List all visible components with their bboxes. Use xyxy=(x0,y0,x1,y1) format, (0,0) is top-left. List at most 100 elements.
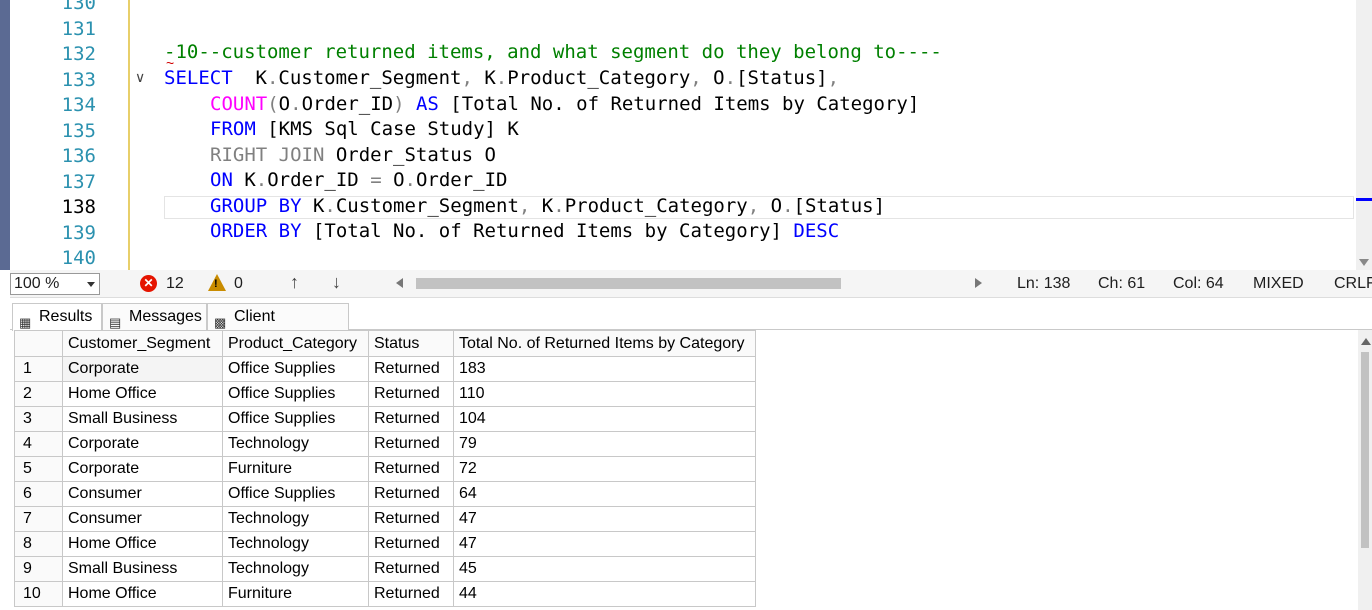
column-header[interactable]: Product_Category xyxy=(222,330,369,357)
table-cell[interactable]: Office Supplies xyxy=(222,481,369,507)
row-number[interactable]: 5 xyxy=(14,456,63,482)
table-cell[interactable]: 44 xyxy=(453,581,756,607)
table-row[interactable]: 7 Consumer Technology Returned 47 xyxy=(14,506,756,532)
table-cell[interactable]: 183 xyxy=(453,356,756,382)
table-cell[interactable]: Technology xyxy=(222,556,369,582)
table-row[interactable]: 2 Home Office Office Supplies Returned 110 xyxy=(14,381,756,407)
table-cell[interactable]: Returned xyxy=(368,431,454,457)
scroll-left-icon[interactable] xyxy=(396,278,403,288)
table-cell[interactable]: Consumer xyxy=(62,506,223,532)
table-row[interactable]: 10 Home Office Furniture Returned 44 xyxy=(14,581,756,607)
table-cell[interactable]: 110 xyxy=(453,381,756,407)
table-row[interactable]: 3 Small Business Office Supplies Returned 10… xyxy=(14,406,756,432)
collapse-icon[interactable]: ∨ xyxy=(135,70,151,86)
table-cell[interactable]: Small Business xyxy=(62,556,223,582)
row-number[interactable]: 1 xyxy=(14,356,63,382)
row-number[interactable]: 9 xyxy=(14,556,63,582)
table-cell[interactable]: Furniture xyxy=(222,581,369,607)
table-cell[interactable]: 47 xyxy=(453,506,756,532)
table-cell[interactable]: Returned xyxy=(368,356,454,382)
table-cell[interactable]: Returned xyxy=(368,381,454,407)
scroll-up-icon[interactable] xyxy=(1361,338,1371,345)
column-header[interactable]: Status xyxy=(368,330,454,357)
table-row[interactable]: 5 Corporate Furniture Returned 72 xyxy=(14,456,756,482)
arrow-down-icon[interactable]: ↓ xyxy=(332,272,341,293)
row-number[interactable]: 3 xyxy=(14,406,63,432)
table-cell[interactable]: Corporate xyxy=(62,456,223,482)
scrollbar-thumb[interactable] xyxy=(1361,352,1369,548)
table-cell[interactable]: Home Office xyxy=(62,581,223,607)
code-token: Product_Category xyxy=(564,195,748,217)
table-cell[interactable]: Home Office xyxy=(62,531,223,557)
scroll-down-icon[interactable] xyxy=(1359,259,1369,266)
code-token: . xyxy=(324,195,336,217)
table-cell[interactable]: Office Supplies xyxy=(222,381,369,407)
grid-vertical-scrollbar[interactable] xyxy=(1358,330,1372,610)
table-cell[interactable]: Furniture xyxy=(222,456,369,482)
code-area[interactable]: ~ -10--customer returned items, and what… xyxy=(164,0,1354,270)
arrow-up-icon[interactable]: ↑ xyxy=(290,272,299,293)
table-row[interactable]: 8 Home Office Technology Returned 47 xyxy=(14,531,756,557)
table-row[interactable]: 1 Corporate Office Supplies Returned 183 xyxy=(14,356,756,382)
table-cell[interactable]: Small Business xyxy=(62,406,223,432)
line-number: 131 xyxy=(61,18,96,40)
table-cell[interactable]: Returned xyxy=(368,506,454,532)
table-cell[interactable]: Technology xyxy=(222,431,369,457)
table-cell[interactable]: Technology xyxy=(222,531,369,557)
grid-header-row: Customer_Segment Product_Category Status… xyxy=(14,330,756,357)
error-icon[interactable]: ✕ xyxy=(140,275,157,292)
table-cell[interactable]: Office Supplies xyxy=(222,356,369,382)
table-cell[interactable]: 104 xyxy=(453,406,756,432)
warning-count[interactable]: 0 xyxy=(234,275,243,293)
warning-icon[interactable]: ! xyxy=(208,274,226,291)
row-number[interactable]: 4 xyxy=(14,431,63,457)
results-grid[interactable]: Customer_Segment Product_Category Status… xyxy=(14,330,1358,610)
row-number[interactable]: 8 xyxy=(14,531,63,557)
tab-messages[interactable]: ▤ Messages xyxy=(102,303,207,330)
tab-results[interactable]: ▦ Results xyxy=(12,303,102,331)
row-number[interactable]: 2 xyxy=(14,381,63,407)
table-cell[interactable]: 64 xyxy=(453,481,756,507)
table-cell[interactable]: Returned xyxy=(368,456,454,482)
column-header[interactable]: Total No. of Returned Items by Category xyxy=(453,330,756,357)
row-number[interactable]: 7 xyxy=(14,506,63,532)
table-cell[interactable]: 72 xyxy=(453,456,756,482)
row-number-header[interactable] xyxy=(14,330,63,357)
table-cell[interactable]: Returned xyxy=(368,531,454,557)
editor-vertical-scrollbar[interactable] xyxy=(1356,0,1372,270)
table-row[interactable]: 4 Corporate Technology Returned 79 xyxy=(14,431,756,457)
code-token: . xyxy=(724,67,737,89)
scroll-right-icon[interactable] xyxy=(975,278,982,288)
column-header[interactable]: Customer_Segment xyxy=(62,330,223,357)
row-number[interactable]: 6 xyxy=(14,481,63,507)
table-cell[interactable]: 45 xyxy=(453,556,756,582)
code-token: O xyxy=(278,93,291,115)
tab-client-statistics[interactable]: ▩Client Statistics xyxy=(207,303,349,350)
row-number[interactable]: 10 xyxy=(14,581,63,607)
code-token: . xyxy=(266,67,279,89)
keyword: ORDER BY xyxy=(210,220,302,242)
table-row[interactable]: 6 Consumer Office Supplies Returned 64 xyxy=(14,481,756,507)
table-cell[interactable]: Returned xyxy=(368,556,454,582)
editor-horizontal-scrollbar[interactable] xyxy=(396,276,982,291)
table-cell[interactable]: Technology xyxy=(222,506,369,532)
line-number: 130 xyxy=(61,0,96,14)
keyword: AS xyxy=(404,93,439,115)
zoom-dropdown[interactable]: 100 % xyxy=(10,273,100,295)
code-token: ) xyxy=(393,93,405,115)
table-cell[interactable]: 47 xyxy=(453,531,756,557)
line-ending: CRLF xyxy=(1334,275,1372,292)
scrollbar-thumb[interactable] xyxy=(416,278,841,289)
table-row[interactable]: 9 Small Business Technology Returned 45 xyxy=(14,556,756,582)
table-cell[interactable]: Consumer xyxy=(62,481,223,507)
table-cell[interactable]: Corporate xyxy=(62,431,223,457)
error-count[interactable]: 12 xyxy=(166,275,184,293)
table-cell[interactable]: Returned xyxy=(368,481,454,507)
table-cell[interactable]: 79 xyxy=(453,431,756,457)
table-cell[interactable]: Office Supplies xyxy=(222,406,369,432)
query-editor[interactable]: 130 131 132 133 134 135 136 137 138 139 … xyxy=(10,0,1372,270)
table-cell[interactable]: Corporate xyxy=(62,356,223,382)
table-cell[interactable]: Home Office xyxy=(62,381,223,407)
table-cell[interactable]: Returned xyxy=(368,406,454,432)
table-cell[interactable]: Returned xyxy=(368,581,454,607)
